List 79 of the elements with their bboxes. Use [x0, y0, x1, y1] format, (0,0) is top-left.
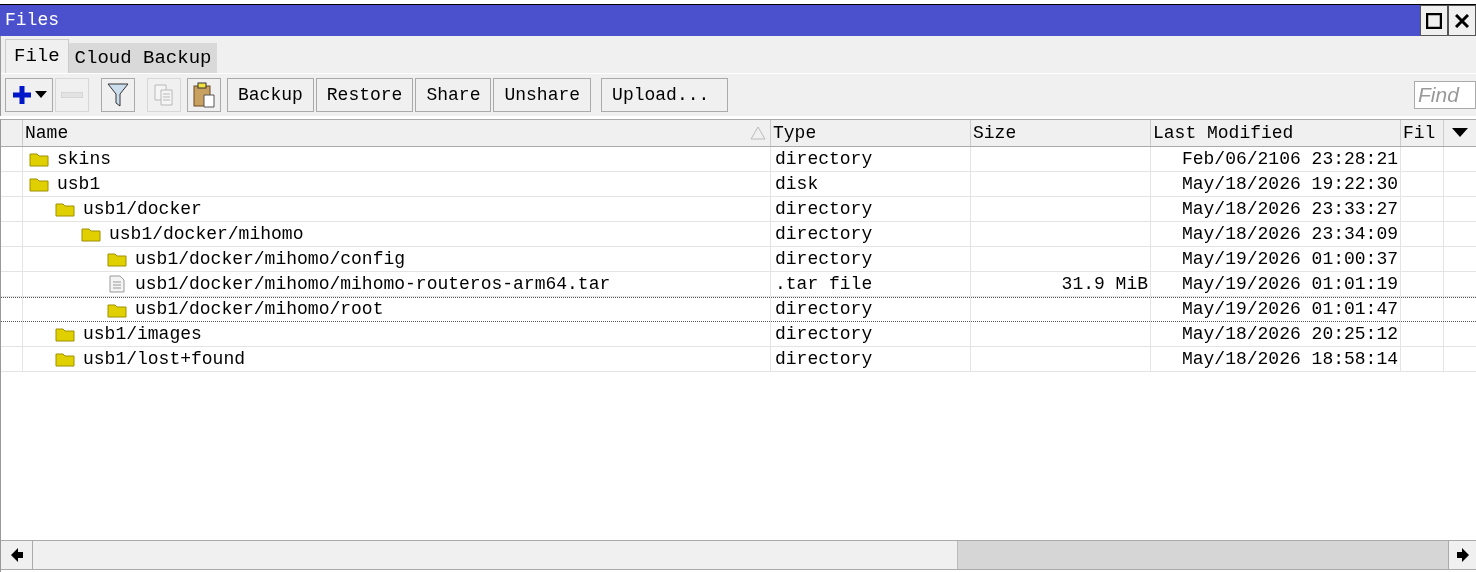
folder-icon — [55, 326, 75, 342]
file-name: usb1/docker/mihomo/root — [135, 298, 384, 321]
file-name: usb1/docker/mihomo/config — [135, 247, 406, 271]
caret-icon — [1452, 128, 1468, 138]
folder-icon — [29, 151, 49, 167]
modified-time: May/19/2026 01:01:19 — [1181, 272, 1398, 296]
file-name: usb1/docker/mihomo/mihomo-routeros-arm64.tar — [135, 272, 611, 296]
add-button[interactable] — [5, 78, 53, 112]
column-header[interactable]: Last Modified — [1151, 120, 1401, 146]
column-header[interactable]: Name — [23, 120, 771, 146]
file-type: directory — [775, 197, 873, 221]
maximize-button[interactable] — [1420, 5, 1448, 36]
toolbar-button[interactable]: Upload... — [601, 78, 729, 112]
modified-time: May/18/2026 23:33:27 — [1181, 197, 1398, 221]
filter-icon — [107, 82, 129, 108]
file-type: directory — [775, 147, 873, 171]
toolbar-button[interactable]: Backup — [227, 78, 314, 112]
file-row[interactable]: usb1/lost+found directory May/18/2026 18:58:14 — [1, 347, 1476, 372]
modified-time: May/19/2026 01:01:47 — [1181, 298, 1398, 321]
filter-button[interactable] — [101, 78, 135, 112]
file-row[interactable]: usb1/images directory May/18/2026 20:25:12 — [1, 322, 1476, 347]
left-arrow-icon — [10, 548, 23, 562]
horizontal-scrollbar[interactable] — [1, 540, 1476, 570]
plus-icon — [11, 84, 33, 106]
folder-icon — [29, 176, 49, 192]
folder-icon — [107, 251, 127, 267]
folder-icon — [55, 351, 75, 367]
column-header[interactable]: Fil — [1401, 120, 1444, 146]
toolbar-button[interactable]: Share — [415, 78, 492, 112]
modified-time: May/19/2026 01:00:37 — [1181, 247, 1398, 271]
tab[interactable]: Cloud Backup — [68, 43, 218, 73]
file-type: directory — [775, 347, 873, 371]
file-row[interactable]: usb1/docker/mihomo/mihomo-routeros-arm64.tar .tar file 31.9 MiB May/19/2026 01:01:19 — [1, 272, 1476, 297]
clipboard-icon — [192, 82, 216, 108]
file-name: usb1/images — [83, 322, 202, 346]
file-name: usb1/lost+found — [83, 347, 246, 371]
file-type: disk — [775, 172, 819, 196]
folder-icon — [107, 301, 127, 318]
file-type: .tar file — [775, 272, 873, 296]
right-arrow-icon — [1456, 548, 1469, 562]
file-row[interactable]: usb1/docker/mihomo directory May/18/2026 23:34:09 — [1, 222, 1476, 247]
file-type: directory — [775, 222, 873, 246]
file-row[interactable]: skins directory Feb/06/2106 23:28:21 — [1, 147, 1476, 172]
tab[interactable]: File — [5, 39, 69, 73]
minus-icon — [61, 92, 83, 98]
column-header[interactable]: Size — [971, 120, 1151, 146]
modified-time: May/18/2026 19:22:30 — [1181, 172, 1398, 196]
toolbar-button[interactable]: Restore — [315, 78, 414, 112]
file-type: directory — [775, 298, 873, 321]
close-button[interactable] — [1448, 5, 1476, 36]
find-field[interactable]: Find — [1414, 81, 1476, 109]
file-name: usb1/docker — [83, 197, 202, 221]
file-name: usb1/docker/mihomo — [109, 222, 304, 246]
file-row[interactable]: usb1/docker/mihomo/config directory May/19/2026 01:00:37 — [1, 247, 1476, 272]
file-row[interactable]: usb1/docker/mihomo/root directory May/19/2026 01:01:47 — [1, 297, 1476, 322]
folder-icon — [81, 226, 101, 242]
scrollbar-thumb[interactable] — [957, 541, 1448, 569]
modified-time: May/18/2026 18:58:14 — [1181, 347, 1398, 371]
file-type: directory — [775, 322, 873, 346]
maximize-icon — [1426, 12, 1442, 29]
window-title: Files — [5, 9, 59, 32]
file-name: skins — [57, 147, 111, 171]
column-header[interactable]: Type — [771, 120, 971, 146]
close-icon — [1455, 13, 1469, 28]
file-icon — [107, 275, 127, 293]
caret-icon — [35, 91, 47, 99]
file-row[interactable]: usb1/docker directory May/18/2026 23:33:27 — [1, 197, 1476, 222]
modified-time: May/18/2026 23:34:09 — [1181, 222, 1398, 246]
file-row[interactable]: usb1 disk May/18/2026 19:22:30 — [1, 172, 1476, 197]
sort-ascending-icon — [750, 126, 766, 140]
file-type: directory — [775, 247, 873, 271]
file-name: usb1 — [57, 172, 101, 196]
modified-time: Feb/06/2106 23:28:21 — [1181, 147, 1398, 171]
modified-time: May/18/2026 20:25:12 — [1181, 322, 1398, 346]
paste-button[interactable] — [187, 78, 221, 112]
file-size: 31.9 MiB — [1061, 272, 1148, 296]
folder-icon — [55, 201, 75, 217]
copy-icon — [153, 83, 175, 107]
toolbar-button[interactable]: Unshare — [493, 78, 592, 112]
